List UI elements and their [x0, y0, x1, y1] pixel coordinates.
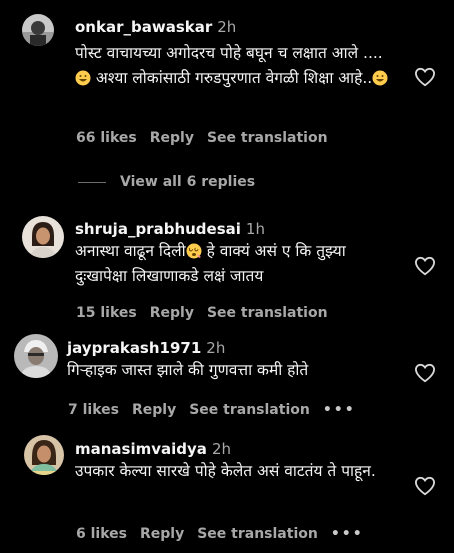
face-with-spiral-eyes-icon — [186, 243, 202, 259]
view-replies-button[interactable]: View all 6 replies — [78, 173, 255, 191]
view-replies-label: View all 6 replies — [120, 174, 256, 190]
username[interactable]: jayprakash1971 — [67, 339, 201, 357]
avatar[interactable] — [22, 216, 64, 258]
likes-count[interactable]: 66 likes — [76, 130, 137, 146]
heart-outline-icon[interactable] — [414, 67, 436, 87]
likes-count[interactable]: 6 likes — [76, 526, 127, 542]
more-options-icon[interactable]: ••• — [323, 402, 356, 418]
comment-text: पोस्ट वाचायच्या अगोदरच पोहे बघून च लक्षा… — [75, 41, 395, 91]
comment-actions: 6 likes Reply See translation ••• — [76, 525, 377, 543]
heart-outline-icon[interactable] — [414, 476, 436, 496]
divider — [78, 181, 106, 183]
heart-outline-icon[interactable] — [414, 256, 436, 276]
grinning-face-icon — [75, 70, 91, 86]
avatar[interactable] — [24, 435, 64, 475]
reply-button[interactable]: Reply — [150, 130, 194, 146]
comment-text: गिऱ्हाइक जास्त झाले की गुणवत्ता कमी होते — [67, 361, 309, 379]
reply-button[interactable]: Reply — [150, 305, 194, 321]
reply-button[interactable]: Reply — [140, 526, 184, 542]
reply-button[interactable]: Reply — [132, 402, 176, 418]
comment-actions: 66 likes Reply See translation — [76, 129, 341, 147]
timestamp: 2h — [217, 18, 237, 36]
see-translation-button[interactable]: See translation — [197, 526, 318, 542]
likes-count[interactable]: 7 likes — [68, 402, 119, 418]
likes-count[interactable]: 15 likes — [76, 305, 137, 321]
see-translation-button[interactable]: See translation — [207, 130, 328, 146]
username[interactable]: manasimvaidya — [75, 440, 207, 458]
see-translation-button[interactable]: See translation — [189, 402, 310, 418]
username[interactable]: shruja_prabhudesai — [75, 220, 241, 238]
comment-text: उपकार केल्या सारखे पोहे केलेत असं वाटतंय… — [75, 462, 376, 480]
heart-outline-icon[interactable] — [414, 363, 436, 383]
grinning-face-icon — [372, 70, 388, 86]
timestamp: 1h — [245, 220, 265, 238]
more-options-icon[interactable]: ••• — [331, 526, 364, 542]
comment-text-part: अश्या लोकांसाठी गरुडपुरणात वेगळी शिक्षा … — [91, 69, 373, 87]
username[interactable]: onkar_bawaskar — [75, 18, 212, 36]
comment-text: अनास्था वाढून दिली हे वाक्यं असं ए कि तु… — [75, 239, 395, 289]
see-translation-button[interactable]: See translation — [207, 305, 328, 321]
timestamp: 2h — [211, 440, 231, 458]
comment-actions: 15 likes Reply See translation — [76, 304, 341, 322]
comment-actions: 7 likes Reply See translation ••• — [68, 401, 369, 419]
comment-text-part: पोस्ट वाचायच्या अगोदरच पोहे बघून च लक्षा… — [75, 44, 383, 62]
timestamp: 2h — [206, 339, 226, 357]
avatar[interactable] — [14, 334, 58, 378]
avatar[interactable] — [22, 14, 54, 46]
comment-text-part: अनास्था वाढून दिली — [75, 242, 186, 260]
